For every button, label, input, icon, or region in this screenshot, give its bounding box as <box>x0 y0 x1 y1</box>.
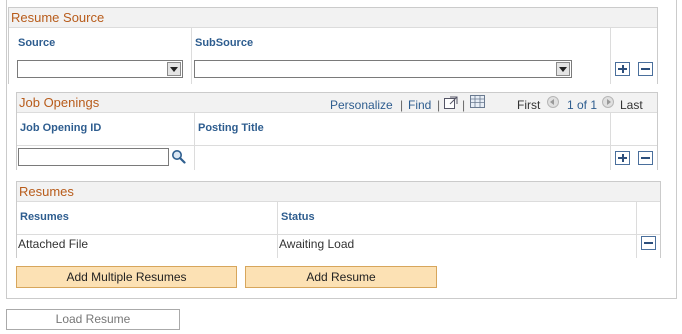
resume-cell: Attached File <box>18 237 89 251</box>
resumes-column-row: Resumes Status <box>17 202 660 235</box>
status-column-header: Status <box>281 211 315 223</box>
add-multiple-resumes-button[interactable]: Add Multiple Resumes <box>16 266 237 288</box>
chevron-down-icon[interactable] <box>556 62 570 76</box>
personalize-link[interactable]: Personalize <box>330 98 393 112</box>
next-icon[interactable] <box>602 96 614 108</box>
last-label: Last <box>620 98 643 112</box>
column-divider <box>636 235 637 258</box>
resumes-column-header: Resumes <box>20 211 69 223</box>
delete-row-button[interactable] <box>638 151 653 165</box>
job-openings-column-row: Job Opening ID Posting Title <box>17 113 657 146</box>
column-divider <box>191 28 192 60</box>
view-all-icon[interactable] <box>444 96 458 112</box>
column-divider <box>277 202 278 234</box>
plus-icon <box>621 65 624 73</box>
column-divider <box>194 113 195 145</box>
resumes-grid: Resumes Resumes Status Attached File Awa… <box>16 181 661 258</box>
first-label: First <box>517 98 541 112</box>
resume-source-row <box>9 60 657 84</box>
source-column-header: Source <box>18 37 56 49</box>
source-select[interactable] <box>17 60 183 78</box>
column-divider <box>636 202 637 234</box>
add-resume-button[interactable]: Add Resume <box>245 266 437 288</box>
column-divider <box>610 28 611 60</box>
resume-source-title: Resume Source <box>11 10 105 25</box>
job-openings-row <box>17 146 657 170</box>
column-divider <box>610 146 611 170</box>
job-opening-id-input[interactable] <box>18 148 169 166</box>
minus-icon <box>644 242 653 244</box>
column-divider <box>191 60 192 84</box>
resume-row: Attached File Awaiting Load <box>17 235 660 258</box>
column-divider <box>610 60 611 84</box>
posting-title-column-header: Posting Title <box>198 122 264 134</box>
delete-row-button[interactable] <box>638 62 653 76</box>
job-openings-grid: Job Openings Personalize | Find | | Firs… <box>16 92 658 170</box>
chevron-down-icon[interactable] <box>167 62 181 76</box>
minus-icon <box>641 157 650 159</box>
add-row-button[interactable] <box>615 151 630 165</box>
search-icon[interactable] <box>171 149 186 167</box>
status-cell: Awaiting Load <box>279 237 355 251</box>
job-openings-header: Job Openings Personalize | Find | | Firs… <box>17 93 657 113</box>
find-link[interactable]: Find <box>408 98 431 112</box>
subsource-column-header: SubSource <box>195 37 254 49</box>
job-opening-id-column-header: Job Opening ID <box>20 122 102 134</box>
previous-icon[interactable] <box>547 96 559 108</box>
resumes-header: Resumes <box>17 182 660 202</box>
delete-row-button[interactable] <box>641 236 656 250</box>
separator: | <box>400 98 404 112</box>
column-divider <box>610 113 611 145</box>
row-range: 1 of 1 <box>567 98 598 112</box>
load-resume-button[interactable]: Load Resume <box>6 309 180 330</box>
column-divider <box>277 235 278 258</box>
column-divider <box>194 146 195 170</box>
subsource-select[interactable] <box>194 60 572 78</box>
minus-icon <box>641 68 650 70</box>
resume-panel: Resume Source Source SubSource Job Openi… <box>6 0 677 299</box>
resume-source-header: Resume Source <box>9 8 657 28</box>
separator: | <box>462 98 466 112</box>
plus-icon <box>621 154 624 162</box>
resume-source-grid: Resume Source Source SubSource <box>8 7 658 84</box>
resumes-title: Resumes <box>19 184 74 199</box>
job-openings-title: Job Openings <box>19 95 100 110</box>
separator: | <box>437 98 441 112</box>
download-grid-icon[interactable] <box>470 95 485 111</box>
resume-source-column-row: Source SubSource <box>9 28 657 61</box>
add-row-button[interactable] <box>615 62 630 76</box>
